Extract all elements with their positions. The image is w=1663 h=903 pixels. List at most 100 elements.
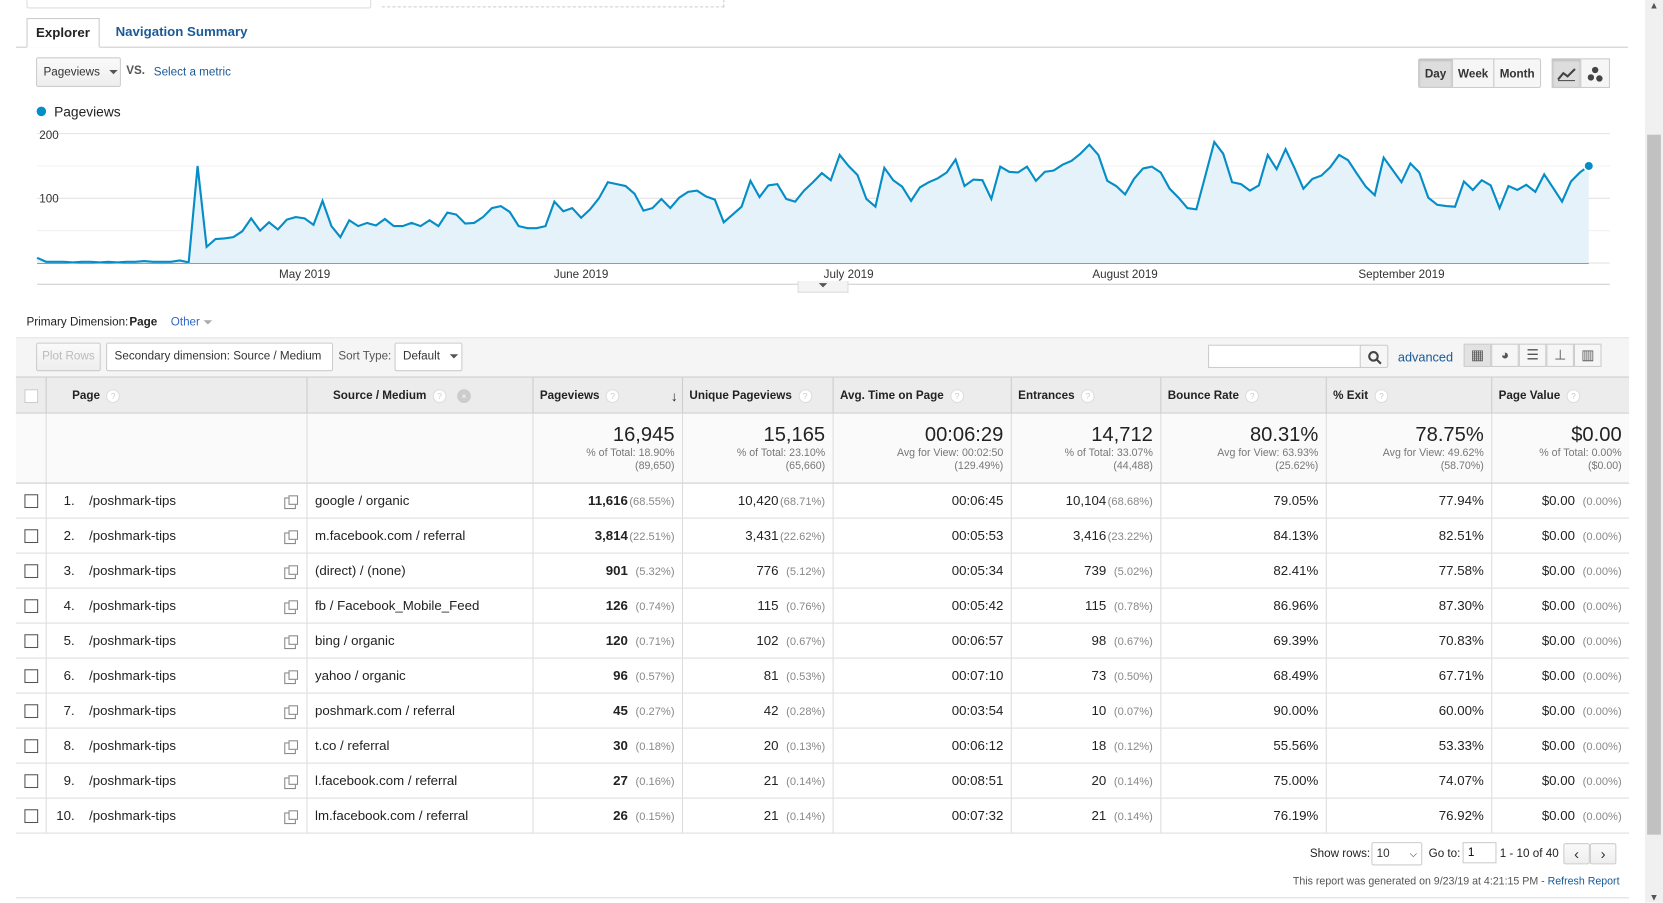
search-button[interactable] <box>1359 344 1389 369</box>
comparison-view-button[interactable]: ⊥ <box>1546 343 1574 367</box>
source-medium-link[interactable]: fb / Facebook_Mobile_Feed <box>315 598 479 613</box>
row-checkbox[interactable] <box>24 669 39 684</box>
pie-view-button[interactable]: ◕ <box>1491 343 1519 367</box>
tab-explorer[interactable]: Explorer <box>26 18 100 48</box>
help-icon[interactable]: ? <box>106 388 121 403</box>
select-metric-link[interactable]: Select a metric <box>154 66 231 79</box>
row-checkbox[interactable] <box>24 494 39 509</box>
granularity-month[interactable]: Month <box>1493 58 1542 89</box>
open-page-external-icon[interactable] <box>284 495 299 510</box>
select-all-checkbox[interactable] <box>24 389 39 404</box>
open-page-external-icon[interactable] <box>284 670 299 685</box>
row-checkbox[interactable] <box>24 774 39 789</box>
primary-dimension-page[interactable]: Page <box>129 316 157 329</box>
page-link[interactable]: /poshmark-tips <box>89 589 176 623</box>
header-exit[interactable]: % Exit? <box>1325 377 1491 413</box>
header-page-value[interactable]: Page Value? <box>1491 377 1629 413</box>
open-page-external-icon[interactable] <box>284 530 299 545</box>
help-icon[interactable]: ? <box>950 388 964 403</box>
page-link[interactable]: /poshmark-tips <box>89 764 176 798</box>
chevron-down-icon: ⌵ <box>1409 848 1417 860</box>
help-icon[interactable]: ? <box>1245 388 1260 403</box>
help-icon[interactable]: ? <box>605 388 620 403</box>
source-medium-link[interactable]: (direct) / (none) <box>315 563 406 578</box>
goto-page-input[interactable] <box>1462 842 1497 864</box>
page-link[interactable]: /poshmark-tips <box>89 799 176 833</box>
source-medium-link[interactable]: bing / organic <box>315 633 395 648</box>
header-avg-time[interactable]: Avg. Time on Page? <box>832 377 1011 413</box>
table-search-input[interactable] <box>1208 344 1370 369</box>
source-medium-link[interactable]: lm.facebook.com / referral <box>315 808 468 823</box>
page-link[interactable]: /poshmark-tips <box>89 484 176 518</box>
vertical-scrollbar[interactable]: ▲ ▼ <box>1644 0 1663 903</box>
scrollbar-thumb[interactable] <box>1647 134 1661 835</box>
line-chart-button[interactable] <box>1551 58 1582 89</box>
line-chart-icon <box>1557 68 1576 82</box>
plot-rows-button[interactable]: Plot Rows <box>36 342 101 372</box>
help-icon[interactable]: ? <box>1080 388 1095 403</box>
page-link[interactable]: /poshmark-tips <box>89 659 176 693</box>
table-view-button[interactable]: ▦ <box>1463 343 1492 367</box>
open-page-external-icon[interactable] <box>284 635 299 650</box>
help-icon[interactable]: ? <box>798 388 812 403</box>
scroll-down-arrow[interactable]: ▼ <box>1645 892 1663 903</box>
top-input-box[interactable] <box>26 0 372 9</box>
row-checkbox[interactable] <box>24 599 39 614</box>
source-medium-link[interactable]: t.co / referral <box>315 738 389 753</box>
header-page[interactable]: Page? <box>45 377 307 413</box>
help-icon[interactable]: ? <box>432 388 447 403</box>
sort-type-dropdown[interactable]: Default <box>394 342 463 372</box>
granularity-week[interactable]: Week <box>1451 58 1495 89</box>
page-link[interactable]: /poshmark-tips <box>89 694 176 728</box>
performance-view-button[interactable]: ☰ <box>1518 343 1547 367</box>
primary-dimension-other[interactable]: Other <box>171 316 212 329</box>
header-bounce-rate[interactable]: Bounce Rate? <box>1160 377 1325 413</box>
previous-page-button[interactable]: ‹ <box>1563 843 1590 865</box>
row-checkbox[interactable] <box>24 634 39 649</box>
header-pageviews[interactable]: Pageviews? ↓ <box>532 377 682 413</box>
scroll-up-arrow[interactable]: ▲ <box>1645 0 1663 11</box>
secondary-dimension-dropdown[interactable]: Secondary dimension: Source / Medium <box>106 342 334 386</box>
row-checkbox[interactable] <box>24 529 39 544</box>
unique-pageviews-cell: 21 (0.14%) <box>681 763 833 798</box>
page-link[interactable]: /poshmark-tips <box>89 554 176 588</box>
source-medium-link[interactable]: l.facebook.com / referral <box>315 773 457 788</box>
data-point[interactable] <box>1583 160 1595 172</box>
row-checkbox[interactable] <box>24 704 39 719</box>
header-unique-pageviews[interactable]: Unique Pageviews? <box>681 377 833 413</box>
page-link[interactable]: /poshmark-tips <box>89 519 176 553</box>
refresh-report-link[interactable]: Refresh Report <box>1548 876 1620 888</box>
source-medium-link[interactable]: yahoo / organic <box>315 668 406 683</box>
granularity-day[interactable]: Day <box>1418 58 1454 89</box>
source-medium-link[interactable]: m.facebook.com / referral <box>315 528 465 543</box>
row-checkbox[interactable] <box>24 739 39 754</box>
source-medium-cell: google / organic <box>306 483 533 518</box>
header-entrances[interactable]: Entrances? <box>1010 377 1161 413</box>
advanced-filter-link[interactable]: advanced <box>1398 350 1453 365</box>
page-value-cell: $0.00 (0.00%) <box>1491 658 1629 693</box>
open-page-external-icon[interactable] <box>284 775 299 790</box>
remove-dimension-icon[interactable]: × <box>457 388 471 403</box>
open-page-external-icon[interactable] <box>284 705 299 720</box>
next-page-button[interactable]: › <box>1589 843 1617 865</box>
pivot-view-button[interactable]: ▥ <box>1573 343 1602 367</box>
tab-navigation-summary[interactable]: Navigation Summary <box>107 18 256 46</box>
open-page-external-icon[interactable] <box>284 600 299 615</box>
page-link[interactable]: /poshmark-tips <box>89 729 176 763</box>
source-medium-link[interactable]: poshmark.com / referral <box>315 703 455 718</box>
show-rows-select[interactable]: 10 ⌵ <box>1371 842 1423 866</box>
chart-collapse-handle[interactable] <box>797 281 849 293</box>
page-link[interactable]: /poshmark-tips <box>89 624 176 658</box>
help-icon[interactable]: ? <box>1566 388 1581 403</box>
header-source-medium[interactable]: Source / Medium? × <box>306 377 533 413</box>
motion-chart-button[interactable] <box>1580 58 1610 89</box>
row-checkbox[interactable] <box>24 564 39 579</box>
open-page-external-icon[interactable] <box>284 740 299 755</box>
open-page-external-icon[interactable] <box>284 810 299 825</box>
help-icon[interactable]: ? <box>1374 388 1389 403</box>
open-page-external-icon[interactable] <box>284 565 299 580</box>
source-medium-cell: yahoo / organic <box>306 658 533 693</box>
metric-dropdown[interactable]: Pageviews <box>36 57 121 87</box>
source-medium-link[interactable]: google / organic <box>315 493 409 508</box>
row-checkbox[interactable] <box>24 809 39 824</box>
